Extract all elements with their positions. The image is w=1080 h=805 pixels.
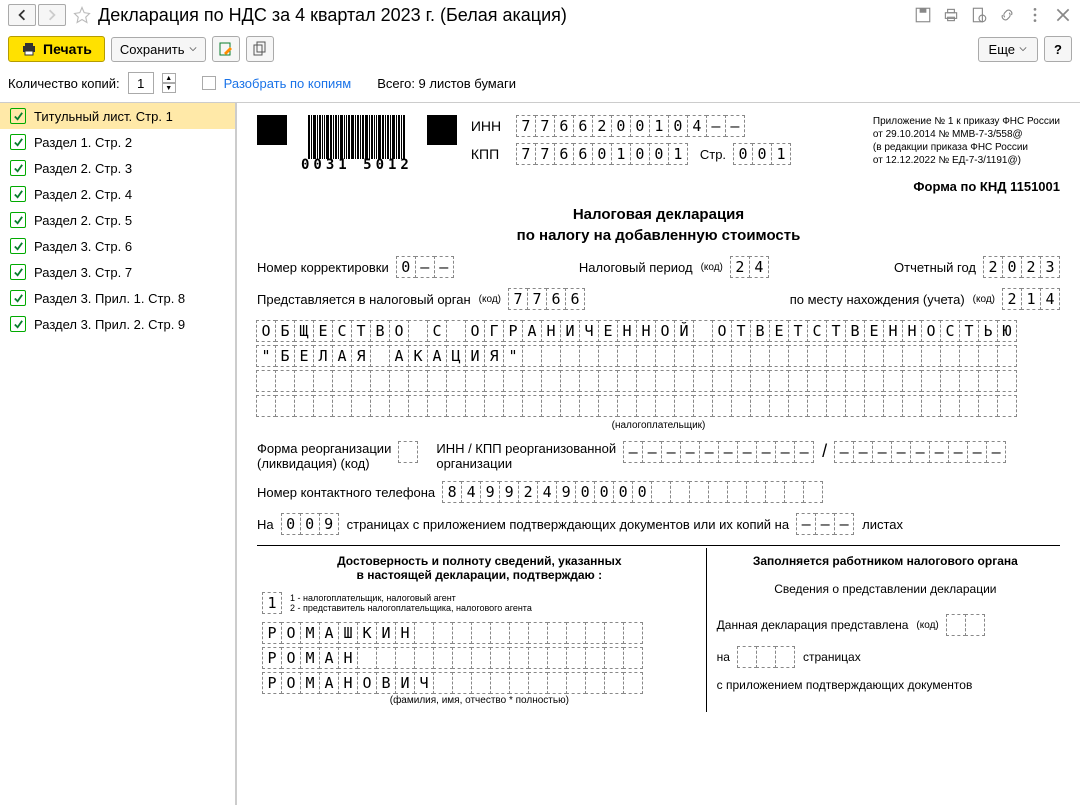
more-button[interactable]: Еще bbox=[978, 37, 1038, 62]
check-icon bbox=[10, 290, 26, 306]
window-title: Декларация по НДС за 4 квартал 2023 г. (… bbox=[98, 5, 914, 26]
sidebar-item-label: Раздел 3. Стр. 7 bbox=[34, 265, 132, 280]
forward-button[interactable] bbox=[38, 4, 66, 26]
toolbar: Печать Сохранить Еще ? bbox=[0, 30, 1080, 72]
main-area: Титульный лист. Стр. 1 Раздел 1. Стр. 2 Ра… bbox=[0, 102, 1080, 805]
copy-icon-button[interactable] bbox=[246, 36, 274, 62]
year-label: Отчетный год bbox=[894, 260, 976, 275]
check-icon bbox=[10, 212, 26, 228]
sidebar-item[interactable]: Раздел 2. Стр. 4 bbox=[0, 181, 235, 207]
check-icon bbox=[10, 316, 26, 332]
chevron-down-icon bbox=[189, 45, 197, 53]
favorite-star-icon[interactable] bbox=[72, 5, 92, 25]
sidebar-item-label: Раздел 2. Стр. 5 bbox=[34, 213, 132, 228]
check-icon bbox=[10, 238, 26, 254]
appendix-note: Приложение № 1 к приказу ФНС Россииот 29… bbox=[873, 115, 1060, 167]
sidebar-item[interactable]: Раздел 1. Стр. 2 bbox=[0, 129, 235, 155]
sidebar-item[interactable]: Титульный лист. Стр. 1 bbox=[0, 103, 235, 129]
reorg-kpp-field: ––––––––– bbox=[835, 441, 1006, 463]
location-label: по месту нахождения (учета) bbox=[790, 292, 965, 307]
back-button[interactable] bbox=[8, 4, 36, 26]
copies-row: Количество копий: ▲▼ Разобрать по копиям… bbox=[0, 72, 1080, 102]
print-button[interactable]: Печать bbox=[8, 36, 105, 62]
sidebar-item-label: Раздел 3. Прил. 1. Стр. 8 bbox=[34, 291, 185, 306]
check-icon bbox=[10, 108, 26, 124]
total-sheets: Всего: 9 листов бумаги bbox=[377, 76, 516, 91]
print-icon[interactable] bbox=[942, 6, 960, 24]
marker-square bbox=[257, 115, 287, 145]
chevron-down-icon bbox=[1019, 45, 1027, 53]
attach-field: ––– bbox=[797, 513, 854, 535]
location-field: 214 bbox=[1003, 288, 1060, 310]
copies-spinner[interactable]: ▲▼ bbox=[162, 73, 176, 93]
pages-field: 009 bbox=[282, 513, 339, 535]
page-field: 001 bbox=[734, 143, 791, 165]
phone-field: 84992490000 bbox=[443, 481, 823, 503]
check-icon bbox=[10, 160, 26, 176]
doc-title: Налоговая декларация по налогу на добавл… bbox=[257, 204, 1060, 246]
marker-square bbox=[427, 115, 457, 145]
sidebar-item[interactable]: Раздел 3. Стр. 6 bbox=[0, 233, 235, 259]
split-checkbox[interactable] bbox=[202, 76, 216, 90]
save-dropdown[interactable]: Сохранить bbox=[111, 37, 206, 62]
help-button[interactable]: ? bbox=[1044, 36, 1072, 62]
form-content: 0031 5012 ИНН 7766200104–– КПП 776601001… bbox=[237, 103, 1080, 805]
barcode-number: 0031 5012 bbox=[301, 157, 413, 173]
preview-icon[interactable] bbox=[970, 6, 988, 24]
org-name-block: ОБЩЕСТВО С ОГРАНИЧЕННОЙ ОТВЕТСТВЕННОСТЬЮ… bbox=[257, 320, 1060, 431]
reorg-inn-field: –––––––––– bbox=[624, 441, 814, 463]
titlebar: Декларация по НДС за 4 квартал 2023 г. (… bbox=[0, 0, 1080, 30]
split-label[interactable]: Разобрать по копиям bbox=[224, 76, 352, 91]
sidebar-item-label: Раздел 2. Стр. 3 bbox=[34, 161, 132, 176]
check-icon bbox=[10, 134, 26, 150]
sidebar-item[interactable]: Раздел 2. Стр. 3 bbox=[0, 155, 235, 181]
check-icon bbox=[10, 264, 26, 280]
copies-input[interactable] bbox=[128, 72, 154, 94]
year-field: 2023 bbox=[984, 256, 1060, 278]
sidebar-item[interactable]: Раздел 3. Прил. 1. Стр. 8 bbox=[0, 285, 235, 311]
phone-label: Номер контактного телефона bbox=[257, 485, 435, 500]
inn-field: 7766200104–– bbox=[517, 115, 745, 137]
period-field: 24 bbox=[731, 256, 769, 278]
authority-label: Представляется в налоговый орган bbox=[257, 292, 471, 307]
barcode: 0031 5012 bbox=[301, 115, 413, 173]
sidebar-item[interactable]: Раздел 2. Стр. 5 bbox=[0, 207, 235, 233]
check-icon bbox=[10, 186, 26, 202]
sidebar-item-label: Титульный лист. Стр. 1 bbox=[34, 109, 173, 124]
sidebar-item-label: Раздел 3. Прил. 2. Стр. 9 bbox=[34, 317, 185, 332]
sidebar: Титульный лист. Стр. 1 Раздел 1. Стр. 2 Ра… bbox=[0, 103, 237, 805]
sidebar-item[interactable]: Раздел 3. Прил. 2. Стр. 9 bbox=[0, 311, 235, 337]
edit-icon-button[interactable] bbox=[212, 36, 240, 62]
authority-section: Заполняется работником налогового органа… bbox=[707, 548, 1060, 712]
page-label: Стр. bbox=[700, 147, 726, 162]
corr-label: Номер корректировки bbox=[257, 260, 389, 275]
confirm-section: Достоверность и полноту сведений, указан… bbox=[257, 548, 707, 712]
sidebar-item-label: Раздел 2. Стр. 4 bbox=[34, 187, 132, 202]
close-icon[interactable] bbox=[1054, 6, 1072, 24]
inn-label: ИНН bbox=[471, 118, 509, 134]
reorg-code-field bbox=[399, 441, 418, 463]
sidebar-item-label: Раздел 1. Стр. 2 bbox=[34, 135, 132, 150]
sidebar-item[interactable]: Раздел 3. Стр. 7 bbox=[0, 259, 235, 285]
kpp-label: КПП bbox=[471, 146, 509, 162]
save-icon[interactable] bbox=[914, 6, 932, 24]
link-icon[interactable] bbox=[998, 6, 1016, 24]
corr-field: 0–– bbox=[397, 256, 454, 278]
menu-dots-icon[interactable] bbox=[1026, 6, 1044, 24]
knd-code: Форма по КНД 1151001 bbox=[257, 179, 1060, 194]
sidebar-item-label: Раздел 3. Стр. 6 bbox=[34, 239, 132, 254]
copies-label: Количество копий: bbox=[8, 76, 120, 91]
kpp-field: 776601001 bbox=[517, 143, 688, 165]
period-label: Налоговый период bbox=[579, 260, 693, 275]
authority-field: 7766 bbox=[509, 288, 585, 310]
